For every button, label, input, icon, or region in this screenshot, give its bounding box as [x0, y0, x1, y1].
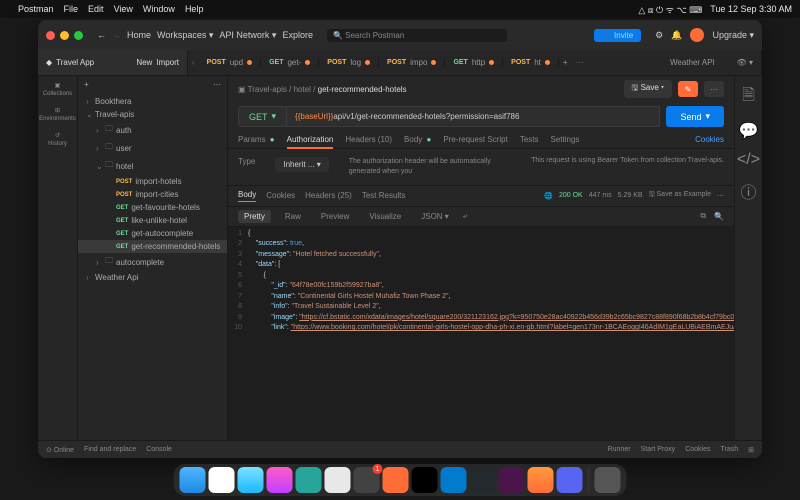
overview-icon[interactable]: ▣ [238, 85, 246, 94]
docs-icon[interactable]: 🗎 [742, 84, 755, 111]
wrap-icon[interactable]: ⤶ [463, 211, 467, 221]
code-icon[interactable]: </> [737, 151, 760, 169]
rail-environments[interactable]: ⊞Environments [39, 107, 76, 122]
import-button[interactable]: Import [156, 58, 179, 67]
resp-tab-body[interactable]: Body [238, 190, 256, 202]
workspaces-menu[interactable]: Workspaces ▾ [157, 30, 213, 41]
filter-icon[interactable]: ⋯ [213, 80, 221, 89]
reqtab[interactable]: Body ● [404, 131, 431, 148]
tree-request[interactable]: GET like-unlike-hotel [78, 214, 227, 227]
add-icon[interactable]: + [84, 80, 89, 89]
tree-request[interactable]: POST import-cities [78, 188, 227, 201]
view-pretty[interactable]: Pretty [238, 210, 271, 223]
request-tab[interactable]: GET get- [261, 58, 319, 67]
avatar[interactable] [690, 28, 704, 42]
upgrade-link[interactable]: Upgrade ▾ [712, 30, 754, 41]
tree-folder[interactable]: ›🗀 user [78, 139, 227, 157]
statusbar: ⊙ Online Find and replace Console Runner… [38, 440, 762, 458]
tree-folder[interactable]: › Weather Api [78, 271, 227, 284]
comments-icon[interactable]: 💬 [739, 121, 759, 141]
right-rail: 🗎 💬 </> ⓘ [734, 76, 762, 440]
response-viewbar: Pretty Raw Preview Visualize JSON ▾ ⤶ ⧉ … [228, 207, 734, 227]
resp-more-icon[interactable]: ⋯ [717, 192, 724, 200]
reqtab[interactable]: Params ● [238, 131, 275, 148]
request-tabs: Params ● Authorization Headers (10) Body ● P… [228, 131, 734, 149]
settings-icon[interactable]: ⚙ [655, 30, 663, 41]
nav-back-icon[interactable]: ← [97, 30, 106, 40]
request-tab[interactable]: GET http [445, 58, 503, 67]
breadcrumb: ▣ Travel-apis / hotel / get-recommended-… [228, 76, 734, 102]
method-select[interactable]: GET ▾ [238, 106, 287, 127]
rail-collections[interactable]: ▣Collections [43, 82, 72, 97]
postman-window: ← → Home Workspaces ▾ API Network ▾ Expl… [38, 20, 762, 458]
tree-request[interactable]: GET get-autocomplete [78, 227, 227, 240]
reqtab[interactable]: Headers (10) [345, 131, 392, 148]
save-button[interactable]: 🖫 Save ▾ [624, 80, 672, 98]
tree-folder[interactable]: ›🗀 auth [78, 121, 227, 139]
tree-request[interactable]: POST import-hotels [78, 175, 227, 188]
search-resp-icon[interactable]: 🔍 [714, 212, 724, 221]
reqtab[interactable]: Settings [550, 131, 579, 148]
api-network-menu[interactable]: API Network ▾ [219, 30, 276, 41]
save-example-button[interactable]: 🖫 Save as Example [649, 190, 711, 201]
tree-folder[interactable]: ⌄🗀 hotel [78, 157, 227, 175]
globe-icon[interactable]: 🌐 [544, 192, 553, 200]
titlebar: ← → Home Workspaces ▾ API Network ▾ Expl… [38, 20, 762, 50]
tree-folder[interactable]: › Bookthera [78, 95, 227, 108]
auth-type-select[interactable]: Inherit ... ▾ [275, 157, 328, 172]
invite-button[interactable]: 👤 Invite [594, 29, 641, 42]
sidebar: + ⋯ › Bookthera⌄ Travel-apis›🗀 auth›🗀 use… [78, 76, 228, 440]
tab-prev-icon[interactable]: ‹ [188, 58, 199, 67]
tree-request[interactable]: GET get-favourite-hotels [78, 201, 227, 214]
request-tab[interactable]: POST log [319, 58, 379, 67]
format-select[interactable]: JSON ▾ [415, 210, 455, 223]
reqtab[interactable]: Pre-request Script [443, 131, 507, 148]
env-selector[interactable]: Weather API 👁 ▾ [662, 50, 762, 75]
rail-history[interactable]: ↺History [48, 132, 67, 147]
response-header: Body Cookies Headers (25) Test Results 🌐… [228, 185, 734, 207]
share-icon[interactable]: ✎ [678, 81, 698, 97]
nav-fwd-icon[interactable]: → [112, 30, 121, 40]
window-controls[interactable] [46, 31, 83, 40]
reqtab[interactable]: Authorization [287, 131, 334, 148]
url-bar: GET ▾ {{baseUrl}}api/v1/get-recommended-… [228, 102, 734, 131]
new-button[interactable]: New [136, 58, 152, 67]
collection-tree: › Bookthera⌄ Travel-apis›🗀 auth›🗀 user⌄🗀… [78, 93, 227, 440]
tree-request[interactable]: GET get-recommended-hotels [78, 240, 227, 253]
more-icon[interactable]: ⋯ [704, 81, 724, 97]
search-input[interactable]: 🔍 Search Postman [327, 29, 507, 42]
tab-add-icon[interactable]: + [559, 58, 572, 67]
url-input[interactable]: {{baseUrl}}api/v1/get-recommended-hotels… [287, 106, 660, 127]
tree-folder[interactable]: ⌄ Travel-apis [78, 108, 227, 121]
tabbar: ◆ Travel App New Import ‹ POST upd GET g… [38, 50, 762, 76]
response-body[interactable]: 1{2 "success": true,3 "message": "Hotel … [228, 227, 734, 440]
clock: Tue 12 Sep 3:30 AM [710, 4, 792, 14]
macos-menubar: Postman File Edit View Window Help △ ⧈ ⏻… [0, 0, 800, 18]
request-tab[interactable]: POST impo [379, 58, 445, 67]
cookies-link[interactable]: Cookies [695, 135, 724, 144]
home-link[interactable]: Home [127, 30, 151, 40]
main-panel: ▣ Travel-apis / hotel / get-recommended-… [228, 76, 734, 440]
auth-panel: Type Inherit ... ▾ The authorization hea… [228, 149, 734, 185]
reqtab[interactable]: Tests [520, 131, 539, 148]
workspace-tab[interactable]: ◆ Travel App New Import [38, 50, 188, 75]
request-tab[interactable]: POST ht [503, 58, 559, 67]
bell-icon[interactable]: 🔔 [671, 30, 682, 41]
macos-dock[interactable]: 1 [174, 464, 627, 496]
info-icon[interactable]: ⓘ [740, 179, 756, 203]
request-tab[interactable]: POST upd [199, 58, 261, 67]
menu-icons[interactable]: △ ⧈ ⏻ ᯤ ⌥ ⌨ [638, 3, 702, 16]
left-rail: ▣Collections ⊞Environments ↺History [38, 76, 78, 440]
explore-link[interactable]: Explore [282, 30, 313, 40]
menu-app[interactable]: Postman [18, 4, 54, 14]
send-button[interactable]: Send ▾ [666, 106, 724, 127]
tree-folder[interactable]: ›🗀 autocomplete [78, 253, 227, 271]
eye-icon[interactable]: 👁 ▾ [737, 58, 753, 67]
copy-icon[interactable]: ⧉ [700, 211, 706, 221]
